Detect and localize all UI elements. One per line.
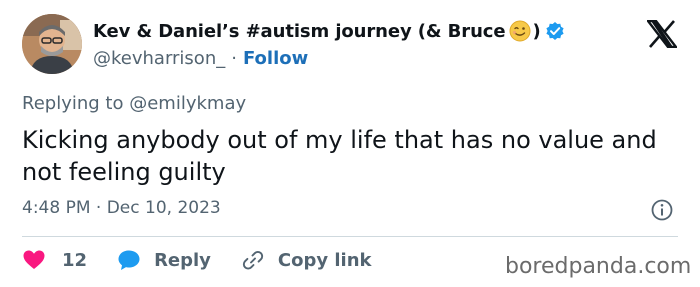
follow-button[interactable]: Follow <box>243 48 308 69</box>
author-handle[interactable]: @kevharrison_ <box>93 48 225 69</box>
x-logo-icon[interactable] <box>645 19 679 49</box>
tweet-time: 4:48 PM <box>22 198 91 218</box>
reply-target-handle[interactable]: @emilykmay <box>129 93 246 114</box>
like-button[interactable]: 12 <box>22 249 87 271</box>
winking-face-icon <box>509 20 531 42</box>
speech-bubble-icon <box>117 249 141 271</box>
info-icon[interactable] <box>650 198 674 222</box>
divider <box>22 236 678 237</box>
author-name-row: Kev & Daniel’s #autism journey (& Bruce … <box>93 20 565 42</box>
avatar[interactable] <box>22 14 82 74</box>
action-bar: 12 Reply Copy link <box>22 249 372 271</box>
replying-prefix: Replying to <box>22 93 124 114</box>
handle-row: @kevharrison_ · Follow <box>93 48 308 69</box>
tweet-date: Dec 10, 2023 <box>106 198 221 218</box>
timestamp-separator: · <box>95 198 102 218</box>
handle-separator: · <box>231 48 237 69</box>
display-name[interactable]: Kev & Daniel’s #autism journey (& Bruce <box>93 21 506 42</box>
tweet-text: Kicking anybody out of my life that has … <box>22 126 657 186</box>
copy-link-label: Copy link <box>277 249 372 271</box>
reply-label: Reply <box>154 249 211 271</box>
tweet-card: Kev & Daniel’s #autism journey (& Bruce … <box>0 0 700 287</box>
replying-to: Replying to @emilykmay <box>22 93 246 114</box>
reply-button[interactable]: Reply <box>117 249 211 271</box>
watermark: boredpanda.com <box>505 254 692 279</box>
link-icon <box>241 249 265 271</box>
tweet-timestamp[interactable]: 4:48 PM · Dec 10, 2023 <box>22 198 221 218</box>
like-count: 12 <box>62 249 88 271</box>
verified-badge-icon <box>545 21 565 41</box>
copy-link-button[interactable]: Copy link <box>241 249 372 271</box>
display-name-suffix: ) <box>532 20 541 42</box>
heart-icon <box>22 249 46 271</box>
